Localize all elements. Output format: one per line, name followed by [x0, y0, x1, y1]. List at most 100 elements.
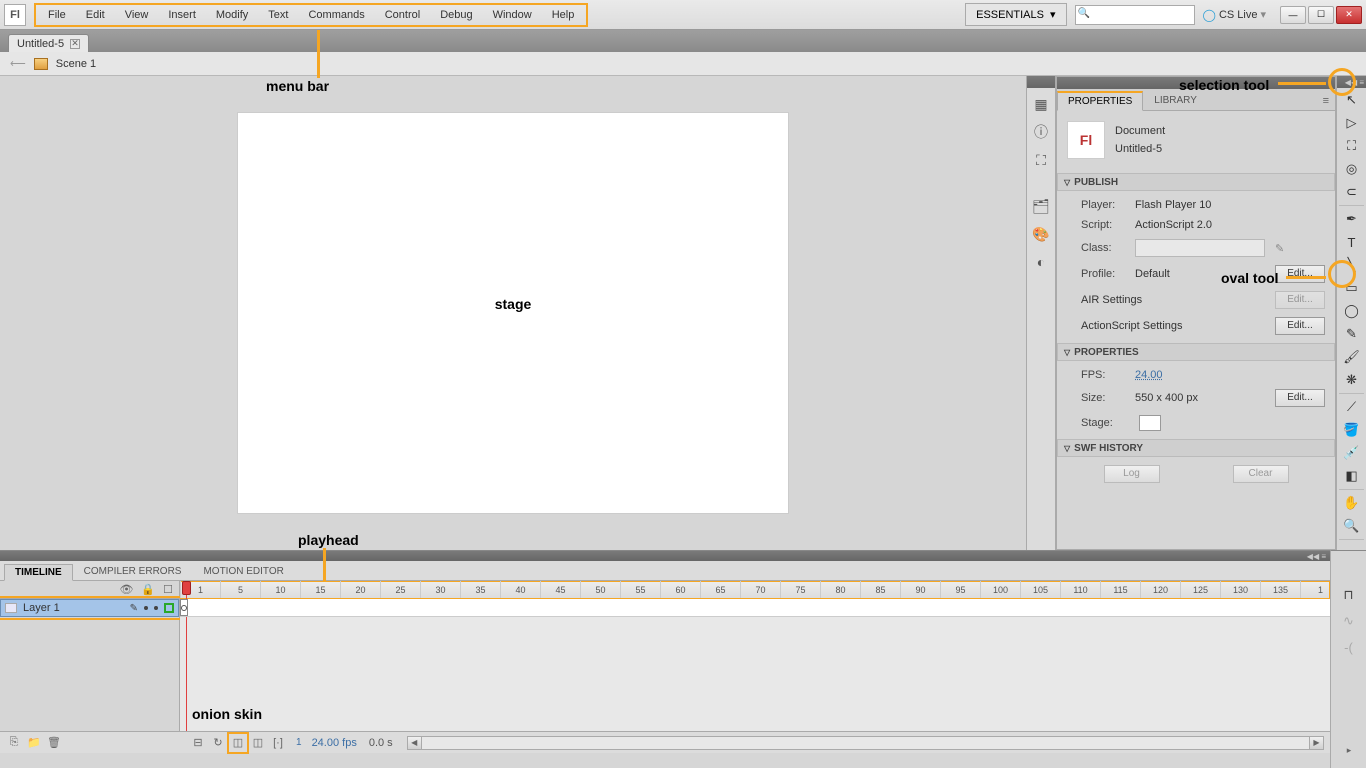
- menu-control[interactable]: Control: [375, 5, 430, 25]
- subselection-tool[interactable]: ▷: [1339, 112, 1365, 134]
- cs-live-button[interactable]: ◯ CS Live ▾: [1203, 8, 1267, 22]
- selection-tool[interactable]: ↖: [1339, 89, 1365, 111]
- line-tool[interactable]: ╲: [1339, 254, 1365, 276]
- ruler-tick: 100: [980, 581, 1020, 598]
- free-transform-tool[interactable]: ⛶: [1339, 135, 1365, 157]
- frames-row[interactable]: [180, 599, 1330, 617]
- layer-row[interactable]: Layer 1 ✎: [0, 599, 179, 617]
- workspace-switcher[interactable]: ESSENTIALS ▾: [965, 3, 1066, 26]
- library-panel-icon[interactable]: 🗂: [1029, 194, 1053, 218]
- 3d-rotation-tool[interactable]: ◎: [1339, 158, 1365, 180]
- snap-icon[interactable]: ⊓: [1337, 583, 1361, 607]
- menus: File Edit View Insert Modify Text Comman…: [34, 3, 588, 27]
- search-input[interactable]: [1075, 5, 1195, 25]
- stage[interactable]: [238, 113, 788, 513]
- eraser-tool[interactable]: ◧: [1339, 465, 1365, 487]
- tab-timeline[interactable]: TIMELINE: [4, 564, 73, 581]
- back-arrow-icon[interactable]: ⟵: [10, 57, 26, 70]
- clear-button[interactable]: Clear: [1233, 465, 1289, 483]
- as-edit-button[interactable]: Edit...: [1275, 317, 1325, 335]
- size-edit-button[interactable]: Edit...: [1275, 389, 1325, 407]
- ruler-tick: 55: [620, 581, 660, 598]
- onion-skin-button[interactable]: ◫: [230, 735, 246, 751]
- pen-tool[interactable]: ✒: [1339, 208, 1365, 230]
- tab-properties[interactable]: PROPERTIES: [1057, 91, 1143, 111]
- tab-motion-editor[interactable]: MOTION EDITOR: [192, 563, 294, 580]
- timeline-ruler[interactable]: 1510152025303540455055606570758085909510…: [180, 581, 1330, 599]
- zoom-tool[interactable]: 🔍: [1339, 515, 1365, 537]
- scroll-right-button[interactable]: ▶: [1309, 737, 1323, 749]
- stage-color-swatch[interactable]: [1139, 415, 1161, 431]
- lock-dot[interactable]: [154, 606, 158, 610]
- eye-icon[interactable]: 👁: [119, 583, 133, 596]
- menu-help[interactable]: Help: [542, 5, 585, 25]
- align-panel-icon[interactable]: ▦: [1029, 92, 1053, 116]
- fps-value[interactable]: 24.00: [1135, 369, 1163, 381]
- tab-library[interactable]: LIBRARY: [1143, 91, 1208, 110]
- onion-skin-outlines-button[interactable]: ◫: [250, 735, 266, 751]
- log-button[interactable]: Log: [1104, 465, 1160, 483]
- info-panel-icon[interactable]: ⓘ: [1029, 120, 1053, 144]
- menu-view[interactable]: View: [115, 5, 159, 25]
- minimize-button[interactable]: —: [1280, 6, 1306, 24]
- delete-layer-button[interactable]: 🗑: [46, 735, 62, 751]
- outline-icon[interactable]: ☐: [163, 583, 173, 596]
- menu-debug[interactable]: Debug: [430, 5, 482, 25]
- outline-toggle[interactable]: [164, 603, 174, 613]
- paint-bucket-tool[interactable]: 🪣: [1339, 419, 1365, 441]
- current-frame[interactable]: 1: [296, 737, 302, 748]
- new-layer-button[interactable]: ⎘: [6, 735, 22, 751]
- edit-multiple-frames-button[interactable]: [·]: [270, 735, 286, 751]
- menu-text[interactable]: Text: [258, 5, 298, 25]
- layer-name: Layer 1: [23, 602, 124, 614]
- swatches-panel-icon[interactable]: 🎨: [1029, 222, 1053, 246]
- panel-menu-icon[interactable]: ≡: [1317, 92, 1335, 110]
- document-type: Document: [1115, 125, 1165, 137]
- pencil-tool[interactable]: ✎: [1339, 323, 1365, 345]
- tab-compiler-errors[interactable]: COMPILER ERRORS: [73, 563, 193, 580]
- transform-panel-icon[interactable]: ⛶: [1029, 148, 1053, 172]
- menu-window[interactable]: Window: [483, 5, 542, 25]
- lasso-tool[interactable]: ⊂: [1339, 181, 1365, 203]
- section-properties[interactable]: PROPERTIES: [1057, 343, 1335, 361]
- smooth-icon[interactable]: ∿: [1337, 609, 1361, 633]
- loop-button[interactable]: ↻: [210, 735, 226, 751]
- pencil-icon[interactable]: ✎: [1275, 242, 1284, 255]
- oval-tool[interactable]: ◯: [1339, 300, 1365, 322]
- menu-file[interactable]: File: [38, 5, 76, 25]
- section-swf-history[interactable]: SWF HISTORY: [1057, 439, 1335, 457]
- hand-tool[interactable]: ✋: [1339, 492, 1365, 514]
- close-button[interactable]: ✕: [1336, 6, 1362, 24]
- menu-modify[interactable]: Modify: [206, 5, 258, 25]
- scroll-left-button[interactable]: ◀: [408, 737, 422, 749]
- keyframe[interactable]: [180, 599, 188, 616]
- ruler-tick: 1: [1300, 581, 1330, 598]
- expand-icon[interactable]: ▸: [1337, 738, 1361, 762]
- center-frame-button[interactable]: ⊟: [190, 735, 206, 751]
- class-input[interactable]: [1135, 239, 1265, 257]
- straighten-icon[interactable]: -(: [1337, 635, 1361, 659]
- menu-edit[interactable]: Edit: [76, 5, 115, 25]
- eyedropper-tool[interactable]: 💉: [1339, 442, 1365, 464]
- stage-area[interactable]: stage: [0, 76, 1026, 550]
- current-fps[interactable]: 24.00 fps: [312, 737, 357, 749]
- profile-edit-button[interactable]: Edit...: [1275, 265, 1325, 283]
- visibility-dot[interactable]: [144, 606, 148, 610]
- menu-commands[interactable]: Commands: [298, 5, 374, 25]
- ruler-tick: 90: [900, 581, 940, 598]
- document-tab[interactable]: Untitled-5 ✕: [8, 34, 89, 52]
- text-tool[interactable]: T: [1339, 231, 1365, 253]
- color-panel-icon[interactable]: ◐: [1029, 250, 1053, 274]
- rectangle-tool[interactable]: ▭: [1339, 277, 1365, 299]
- menu-insert[interactable]: Insert: [158, 5, 206, 25]
- brush-tool[interactable]: 🖌: [1339, 346, 1365, 368]
- properties-panel: PROPERTIES LIBRARY ≡ Fl Document Untitle…: [1056, 76, 1336, 550]
- timeline-scrollbar[interactable]: ◀ ▶: [407, 736, 1324, 750]
- lock-icon[interactable]: 🔒: [141, 583, 155, 596]
- maximize-button[interactable]: ☐: [1308, 6, 1334, 24]
- deco-tool[interactable]: ❋: [1339, 369, 1365, 391]
- bone-tool[interactable]: ⟋: [1339, 396, 1365, 418]
- close-icon[interactable]: ✕: [70, 39, 80, 49]
- section-publish[interactable]: PUBLISH: [1057, 173, 1335, 191]
- new-folder-button[interactable]: 📁: [26, 735, 42, 751]
